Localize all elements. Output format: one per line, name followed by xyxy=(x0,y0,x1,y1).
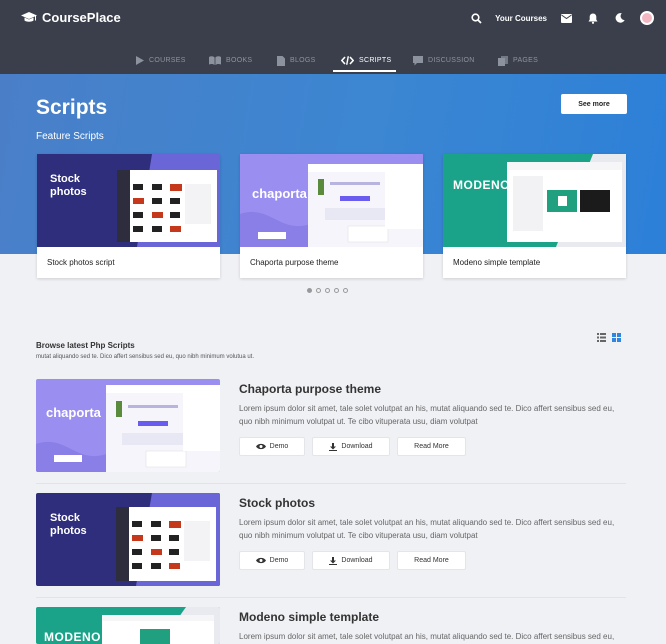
nav-label: BOOKS xyxy=(226,57,253,64)
page-title: Scripts xyxy=(36,96,108,119)
your-courses-link[interactable]: Your Courses xyxy=(495,14,547,23)
code-icon xyxy=(341,56,354,65)
top-actions: Your Courses xyxy=(457,10,654,26)
nav-label: BLOGS xyxy=(290,57,316,64)
thumb-button-shape xyxy=(54,455,82,462)
browse-title: Browse latest Php Scripts xyxy=(36,341,135,350)
download-icon xyxy=(329,442,338,451)
section-subtitle: Feature Scripts xyxy=(36,131,104,142)
item-description: Lorem ipsum dolor sit amet, tale solet v… xyxy=(239,632,615,641)
download-button[interactable]: Download xyxy=(312,551,390,570)
divider xyxy=(36,597,626,598)
pages-icon xyxy=(498,55,508,66)
item-actions: Demo Download Read More xyxy=(239,551,466,570)
modeno-thumbnail: MODENO xyxy=(443,154,626,247)
view-toggle xyxy=(597,333,621,342)
list-view-icon[interactable] xyxy=(597,333,606,342)
main-nav: COURSES BOOKS BLOGS SCRIPTS DISCUSSION P… xyxy=(0,48,666,73)
mail-icon[interactable] xyxy=(558,10,574,26)
featured-card-stock-photos[interactable]: Stock photos Stock photos script xyxy=(37,154,220,278)
book-icon xyxy=(209,56,221,65)
thumb-button-shape xyxy=(258,232,286,239)
play-icon xyxy=(136,56,144,65)
nav-pages[interactable]: PAGES xyxy=(498,48,538,73)
carousel-dot[interactable] xyxy=(343,288,348,293)
bell-icon[interactable] xyxy=(585,10,601,26)
nav-books[interactable]: BOOKS xyxy=(209,48,252,73)
stock-photos-thumbnail: Stock photos xyxy=(37,154,220,247)
demo-button[interactable]: Demo xyxy=(239,551,305,570)
carousel-dots xyxy=(307,288,348,293)
nav-label: COURSES xyxy=(149,57,186,64)
avatar[interactable] xyxy=(640,11,654,25)
nav-courses[interactable]: COURSES xyxy=(135,48,186,73)
browse-description: mutat aliquando sed te. Dico affert sens… xyxy=(36,354,255,360)
document-icon xyxy=(277,55,285,66)
brand-logo[interactable]: CoursePlace xyxy=(21,10,121,25)
top-bar: CoursePlace Your Courses COURSES BOOKS B… xyxy=(0,0,666,74)
grid-view-icon[interactable] xyxy=(612,333,621,342)
eye-icon xyxy=(255,443,266,450)
featured-card-modeno[interactable]: MODENO Modeno simple template xyxy=(443,154,626,278)
see-more-button[interactable]: See more xyxy=(561,94,627,114)
item-description: Lorem ipsum dolor sit amet, tale solet v… xyxy=(239,518,615,540)
carousel-dot[interactable] xyxy=(307,288,312,293)
thumb-heading: Stock photos xyxy=(50,512,87,537)
active-tab-indicator xyxy=(333,70,396,72)
chaporta-thumbnail: chaporta xyxy=(240,154,423,247)
demo-button[interactable]: Demo xyxy=(239,437,305,456)
thumb-heading: Stock photos xyxy=(50,173,87,198)
card-caption: Stock photos script xyxy=(47,258,115,267)
carousel-dot[interactable] xyxy=(316,288,321,293)
item-actions: Demo Download Read More xyxy=(239,437,466,456)
chaporta-thumbnail[interactable]: chaporta xyxy=(36,379,220,472)
search-icon[interactable] xyxy=(468,10,484,26)
carousel-dot[interactable] xyxy=(334,288,339,293)
nav-label: DISCUSSION xyxy=(428,57,475,64)
read-more-button[interactable]: Read More xyxy=(397,551,466,570)
nav-blogs[interactable]: BLOGS xyxy=(277,48,316,73)
stock-photos-thumbnail[interactable]: Stock photos xyxy=(36,493,220,586)
thumb-heading: MODENO xyxy=(44,630,101,644)
nav-label: SCRIPTS xyxy=(359,57,392,64)
item-title[interactable]: Chaporta purpose theme xyxy=(239,382,381,396)
featured-card-chaporta[interactable]: chaporta Chaporta purpose theme xyxy=(240,154,423,278)
nav-label: PAGES xyxy=(513,57,539,64)
card-caption: Modeno simple template xyxy=(453,258,541,267)
graduation-cap-icon xyxy=(21,12,37,22)
chat-icon xyxy=(413,55,423,65)
brand-name: CoursePlace xyxy=(42,10,121,25)
divider xyxy=(36,483,626,484)
button-label: Download xyxy=(341,443,373,450)
moon-icon[interactable] xyxy=(612,10,628,26)
item-description: Lorem ipsum dolor sit amet, tale solet v… xyxy=(239,404,615,426)
button-label: Demo xyxy=(269,557,289,564)
read-more-button[interactable]: Read More xyxy=(397,437,466,456)
carousel-dot[interactable] xyxy=(325,288,330,293)
modeno-thumbnail[interactable]: MODENO xyxy=(36,607,220,644)
download-icon xyxy=(329,556,338,565)
item-title[interactable]: Modeno simple template xyxy=(239,610,379,624)
thumb-heading: chaporta xyxy=(252,186,307,201)
eye-icon xyxy=(255,557,266,564)
nav-discussion[interactable]: DISCUSSION xyxy=(413,48,475,73)
card-caption: Chaporta purpose theme xyxy=(250,258,339,267)
item-title[interactable]: Stock photos xyxy=(239,496,315,510)
thumb-heading: chaporta xyxy=(46,405,101,420)
button-label: Demo xyxy=(269,443,289,450)
thumb-heading: MODENO xyxy=(453,178,510,192)
button-label: Download xyxy=(341,557,373,564)
download-button[interactable]: Download xyxy=(312,437,390,456)
